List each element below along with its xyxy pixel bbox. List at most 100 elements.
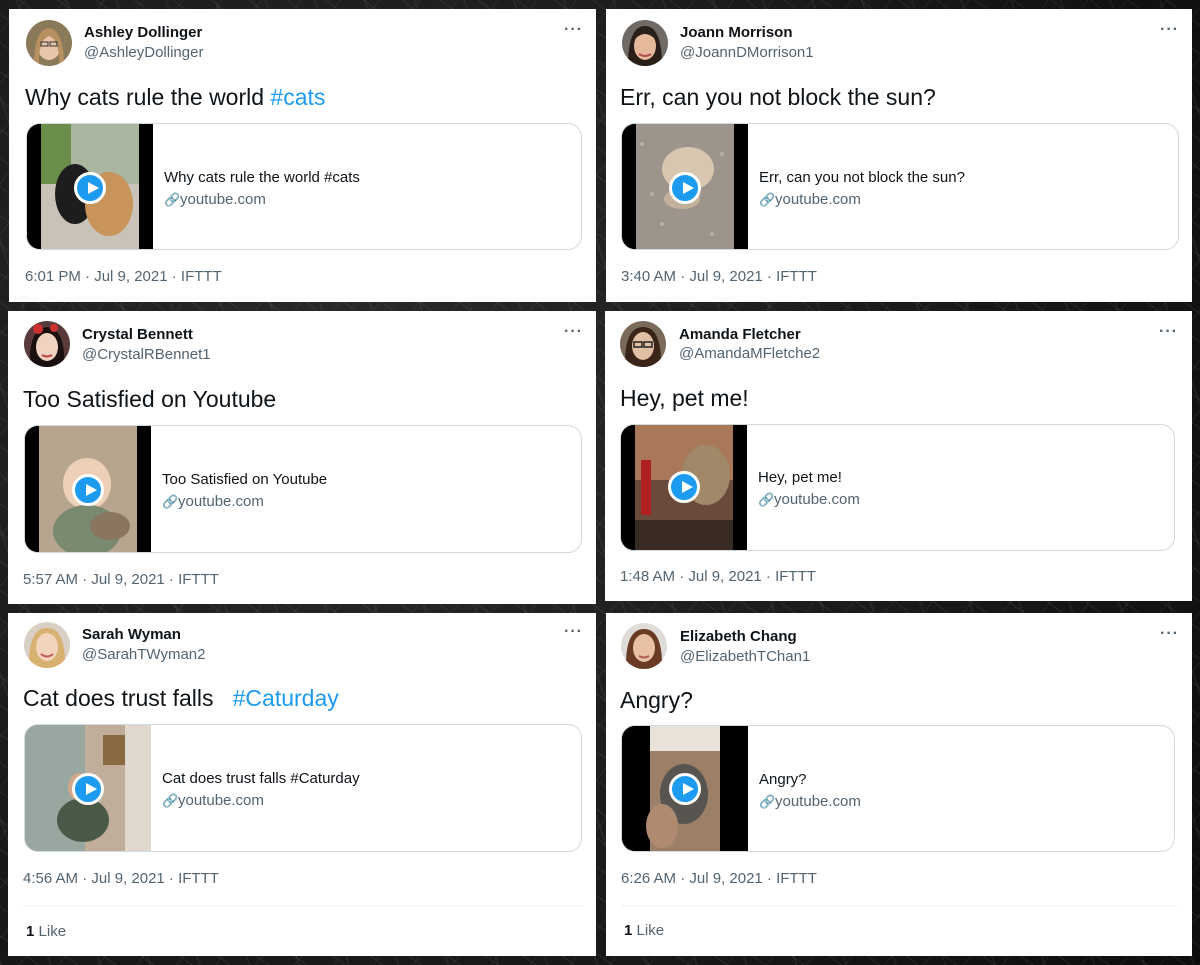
hashtag-link[interactable]: #Caturday xyxy=(233,685,339,711)
tweet-text: Too Satisfied on Youtube xyxy=(23,386,276,413)
video-thumbnail[interactable] xyxy=(622,124,748,249)
card-title: Err, can you not block the sun? xyxy=(759,169,965,186)
link-preview-card[interactable]: Err, can you not block the sun? 🔗youtube… xyxy=(621,123,1179,250)
display-name[interactable]: Elizabeth Chang xyxy=(680,628,797,645)
hashtag-link[interactable]: #cats xyxy=(270,84,325,110)
tweet-timestamp[interactable]: 3:40 AM · Jul 9, 2021 · IFTTT xyxy=(621,268,817,285)
tweet-timestamp[interactable]: 5:57 AM · Jul 9, 2021 · IFTTT xyxy=(23,571,219,588)
user-handle[interactable]: @AshleyDollinger xyxy=(84,44,203,61)
card-domain: 🔗youtube.com xyxy=(162,792,264,809)
video-thumbnail[interactable] xyxy=(25,725,151,851)
like-count-number: 1 xyxy=(26,923,35,940)
avatar[interactable] xyxy=(620,321,666,367)
tweet-text-body: Why cats rule the world xyxy=(25,84,271,110)
tweet-timestamp[interactable]: 1:48 AM · Jul 9, 2021 · IFTTT xyxy=(620,568,816,585)
link-icon: 🔗 xyxy=(162,793,179,808)
card-domain: 🔗youtube.com xyxy=(758,491,860,508)
card-title: Why cats rule the world #cats xyxy=(164,169,360,186)
link-icon: 🔗 xyxy=(759,794,776,809)
card-domain: 🔗youtube.com xyxy=(759,191,861,208)
tweet-card[interactable]: Amanda Fletcher @AmandaMFletche2 ··· Hey… xyxy=(605,311,1192,601)
play-icon[interactable] xyxy=(669,172,701,204)
tweet-text: Why cats rule the world #cats xyxy=(25,84,325,111)
link-preview-card[interactable]: Too Satisfied on Youtube 🔗youtube.com xyxy=(24,425,582,553)
tweet-card[interactable]: Ashley Dollinger @AshleyDollinger ··· Wh… xyxy=(9,9,596,302)
card-title: Angry? xyxy=(759,771,807,788)
tweet-text-body: Err, can you not block the sun? xyxy=(620,84,936,110)
tweet-card[interactable]: Elizabeth Chang @ElizabethTChan1 ··· Ang… xyxy=(606,613,1192,956)
link-preview-card[interactable]: Angry? 🔗youtube.com xyxy=(621,725,1175,852)
tweet-timestamp[interactable]: 4:56 AM · Jul 9, 2021 · IFTTT xyxy=(23,870,219,887)
tweet-text-body: Too Satisfied on Youtube xyxy=(23,386,277,412)
play-icon[interactable] xyxy=(669,773,701,805)
more-horizontal-icon[interactable]: ··· xyxy=(564,21,583,39)
link-icon: 🔗 xyxy=(759,192,776,207)
user-handle[interactable]: @AmandaMFletche2 xyxy=(679,345,820,362)
link-icon: 🔗 xyxy=(164,192,181,207)
link-preview-card[interactable]: Cat does trust falls #Caturday 🔗youtube.… xyxy=(24,724,582,852)
card-domain-text: youtube.com xyxy=(774,491,860,508)
tweet-text-body: Hey, pet me! xyxy=(620,385,749,411)
link-preview-card[interactable]: Hey, pet me! 🔗youtube.com xyxy=(620,424,1175,551)
card-domain: 🔗youtube.com xyxy=(759,793,861,810)
tweet-card[interactable]: Joann Morrison @JoannDMorrison1 ··· Err,… xyxy=(606,9,1192,302)
display-name[interactable]: Sarah Wyman xyxy=(82,626,181,643)
play-icon[interactable] xyxy=(72,474,104,506)
user-handle[interactable]: @CrystalRBennet1 xyxy=(82,346,211,363)
avatar[interactable] xyxy=(24,622,70,668)
card-domain: 🔗youtube.com xyxy=(164,191,266,208)
user-handle[interactable]: @SarahTWyman2 xyxy=(82,646,205,663)
display-name[interactable]: Amanda Fletcher xyxy=(679,326,801,343)
tweet-card[interactable]: Crystal Bennett @CrystalRBennet1 ··· Too… xyxy=(8,311,596,604)
video-thumbnail[interactable] xyxy=(27,124,153,249)
more-horizontal-icon[interactable]: ··· xyxy=(1160,21,1179,39)
tweet-text: Hey, pet me! xyxy=(620,385,749,412)
link-icon: 🔗 xyxy=(162,494,179,509)
tweet-card[interactable]: Sarah Wyman @SarahTWyman2 ··· Cat does t… xyxy=(8,613,596,956)
tweet-timestamp[interactable]: 6:01 PM · Jul 9, 2021 · IFTTT xyxy=(25,268,222,285)
display-name[interactable]: Crystal Bennett xyxy=(82,326,193,343)
card-title: Cat does trust falls #Caturday xyxy=(162,770,360,787)
video-thumbnail[interactable] xyxy=(622,726,748,851)
like-count-label: Like xyxy=(38,923,67,940)
link-preview-card[interactable]: Why cats rule the world #cats 🔗youtube.c… xyxy=(26,123,582,250)
play-icon[interactable] xyxy=(668,471,700,503)
play-icon[interactable] xyxy=(74,172,106,204)
divider xyxy=(621,905,1177,906)
tweet-text: Err, can you not block the sun? xyxy=(620,84,936,111)
card-domain-text: youtube.com xyxy=(180,191,266,208)
user-handle[interactable]: @JoannDMorrison1 xyxy=(680,44,814,61)
avatar[interactable] xyxy=(24,321,70,367)
card-domain: 🔗youtube.com xyxy=(162,493,264,510)
display-name[interactable]: Ashley Dollinger xyxy=(84,24,202,41)
card-domain-text: youtube.com xyxy=(775,191,861,208)
avatar[interactable] xyxy=(26,20,72,66)
user-handle[interactable]: @ElizabethTChan1 xyxy=(680,648,810,665)
more-horizontal-icon[interactable]: ··· xyxy=(1160,625,1179,643)
avatar[interactable] xyxy=(622,20,668,66)
display-name[interactable]: Joann Morrison xyxy=(680,24,793,41)
like-count[interactable]: 1 Like xyxy=(624,922,664,939)
card-domain-text: youtube.com xyxy=(178,792,264,809)
play-icon[interactable] xyxy=(72,773,104,805)
more-horizontal-icon[interactable]: ··· xyxy=(1159,323,1178,341)
video-thumbnail[interactable] xyxy=(621,425,747,550)
like-count-number: 1 xyxy=(624,922,633,939)
tweet-text: Cat does trust falls #Caturday xyxy=(23,685,339,712)
like-count-label: Like xyxy=(636,922,665,939)
tweet-timestamp[interactable]: 6:26 AM · Jul 9, 2021 · IFTTT xyxy=(621,870,817,887)
card-title: Too Satisfied on Youtube xyxy=(162,471,328,488)
card-title: Hey, pet me! xyxy=(758,469,842,486)
avatar[interactable] xyxy=(621,623,667,669)
card-domain-text: youtube.com xyxy=(775,793,861,810)
more-horizontal-icon[interactable]: ··· xyxy=(564,323,583,341)
link-icon: 🔗 xyxy=(758,492,775,507)
video-thumbnail[interactable] xyxy=(25,426,151,552)
tweet-text-body: Angry? xyxy=(620,687,693,713)
tweet-text: Angry? xyxy=(620,687,693,714)
more-horizontal-icon[interactable]: ··· xyxy=(564,623,583,641)
like-count[interactable]: 1 Like xyxy=(26,923,66,940)
card-domain-text: youtube.com xyxy=(178,493,264,510)
tweet-text-body: Cat does trust falls xyxy=(23,685,233,711)
divider xyxy=(23,905,583,906)
